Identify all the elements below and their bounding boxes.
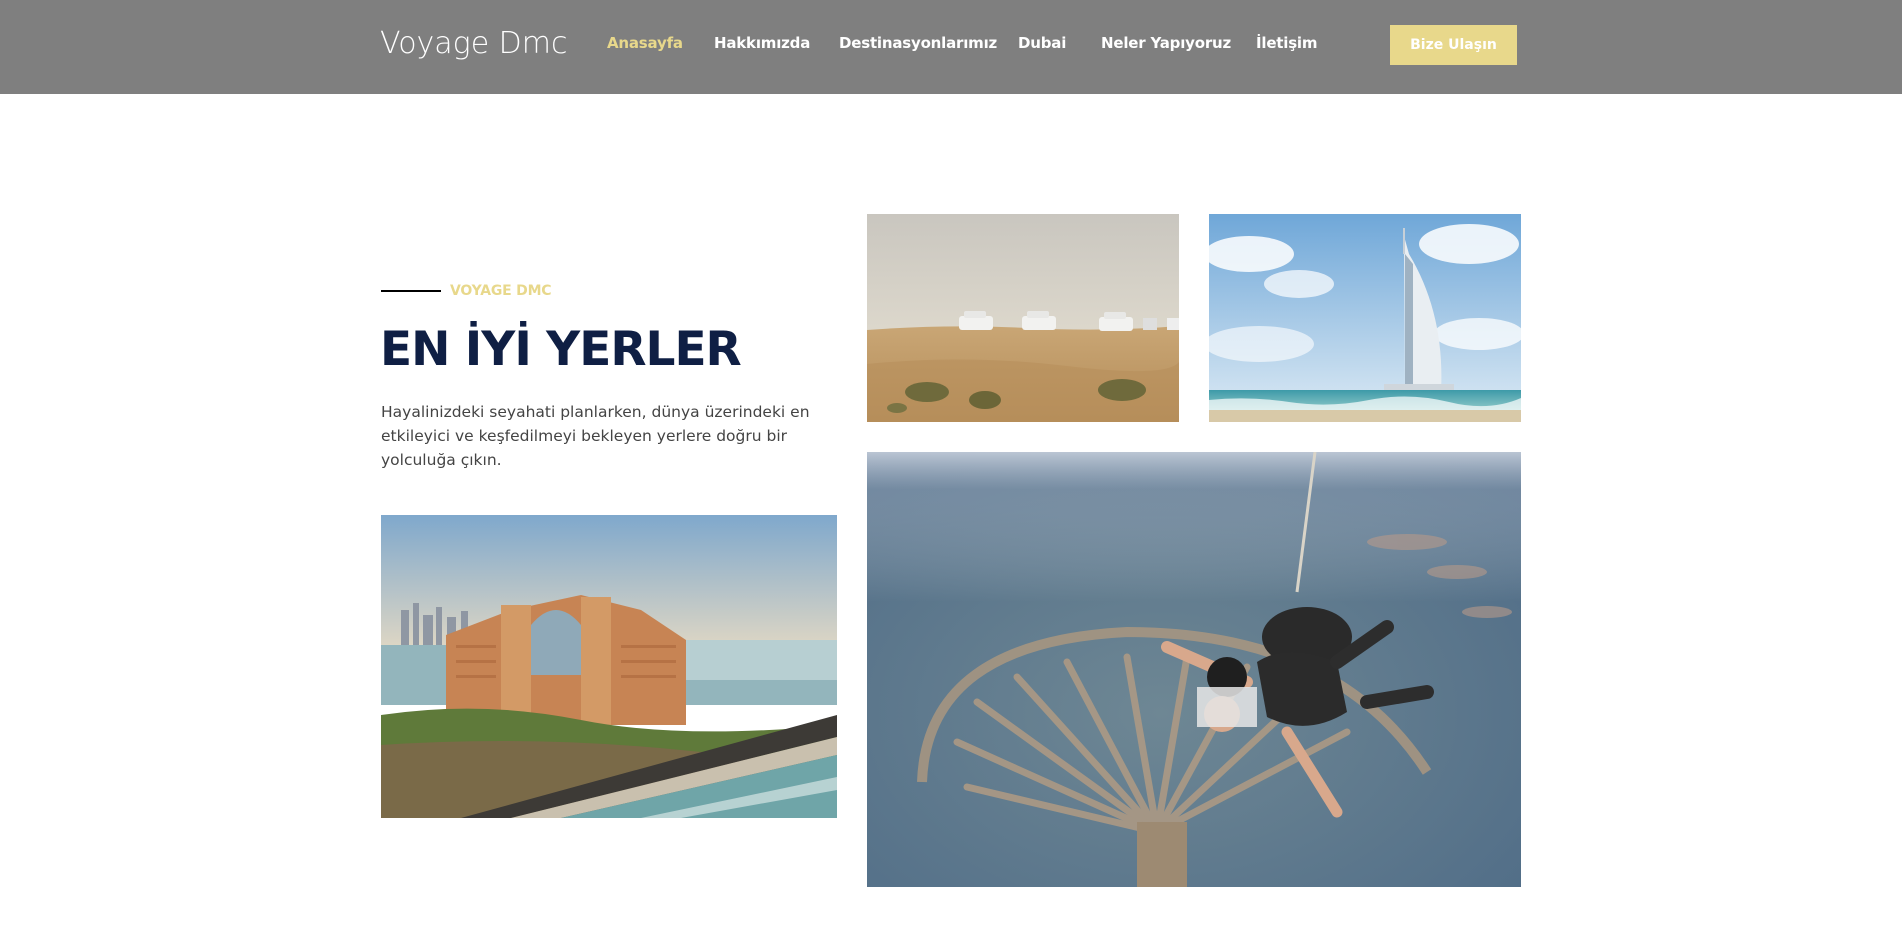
section-eyebrow: VOYAGE DMC <box>450 283 552 299</box>
nav-item-dubai[interactable]: Dubai <box>1018 34 1066 52</box>
section-description: Hayalinizdeki seyahati planlarken, dünya… <box>381 403 810 469</box>
nav-item-destinasyonlarimiz[interactable]: Destinasyonlarımız <box>839 34 997 52</box>
nav-item-hakkimizda[interactable]: Hakkımızda <box>714 34 810 52</box>
site-header: Voyage Dmc Anasayfa Hakkımızda Destinasy… <box>0 0 1902 94</box>
nav-item-neler-yapiyoruz[interactable]: Neler Yapıyoruz <box>1101 34 1231 52</box>
eyebrow-divider <box>381 290 441 292</box>
site-logo[interactable]: Voyage Dmc <box>380 26 568 61</box>
nav-item-iletisim[interactable]: İletişim <box>1256 34 1318 52</box>
section-headline: EN İYİ YERLER <box>380 322 742 377</box>
burj-al-arab-image <box>1209 214 1521 422</box>
skydiving-palm-image <box>867 452 1521 887</box>
atlantis-resort-image <box>381 515 837 818</box>
contact-cta-button[interactable]: Bize Ulaşın <box>1390 25 1517 65</box>
desert-safari-image <box>867 214 1179 422</box>
nav-item-anasayfa[interactable]: Anasayfa <box>607 34 683 52</box>
